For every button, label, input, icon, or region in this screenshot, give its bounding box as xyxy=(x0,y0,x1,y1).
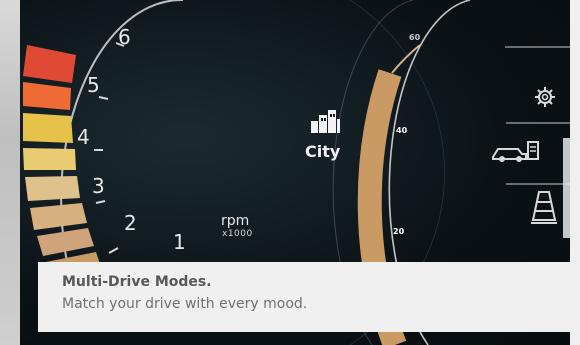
tach-tick xyxy=(98,96,109,100)
caption-card: Multi-Drive Modes. Match your drive with… xyxy=(38,262,570,332)
rpm-scale-label: x1000 xyxy=(222,229,253,239)
tach-segment-4 xyxy=(23,148,76,170)
trailer-icon[interactable] xyxy=(530,188,558,226)
tach-segment-3 xyxy=(23,113,73,143)
gear-icon[interactable] xyxy=(534,86,556,108)
right-background-edge xyxy=(570,0,580,345)
rpm-label-6: 6 xyxy=(118,25,131,49)
caption-title: Multi-Drive Modes. xyxy=(62,274,212,290)
rpm-label-3: 3 xyxy=(92,174,105,198)
tach-segment-6 xyxy=(30,203,87,230)
tachometer-ticks xyxy=(94,42,138,297)
rpm-label-4: 4 xyxy=(77,125,90,149)
rpm-unit-label: rpm xyxy=(221,213,250,229)
drive-mode-label: City xyxy=(305,142,341,161)
city-buildings-icon xyxy=(311,110,340,133)
speed-tick-60: 60 xyxy=(409,33,421,42)
caption-text: Match your drive with every mood. xyxy=(62,296,308,312)
rpm-label-2: 2 xyxy=(124,211,137,235)
tach-tick xyxy=(95,200,106,204)
speed-tick-40: 40 xyxy=(396,126,408,135)
side-overlay-box xyxy=(563,138,570,238)
rpm-label-1: 1 xyxy=(173,230,186,254)
rpm-label-5: 5 xyxy=(87,73,100,97)
tach-segment-5 xyxy=(25,176,80,201)
redline-segment-1 xyxy=(23,45,76,83)
ui-screenshot: 6 5 4 3 2 1 rpm x1000 City 60 40 20 Mult… xyxy=(0,0,580,345)
vehicle-icon[interactable] xyxy=(490,138,542,164)
left-background-edge xyxy=(0,0,20,345)
tach-tick xyxy=(108,247,119,254)
redline-segment-2 xyxy=(23,82,71,110)
speed-tick-20: 20 xyxy=(393,227,405,236)
